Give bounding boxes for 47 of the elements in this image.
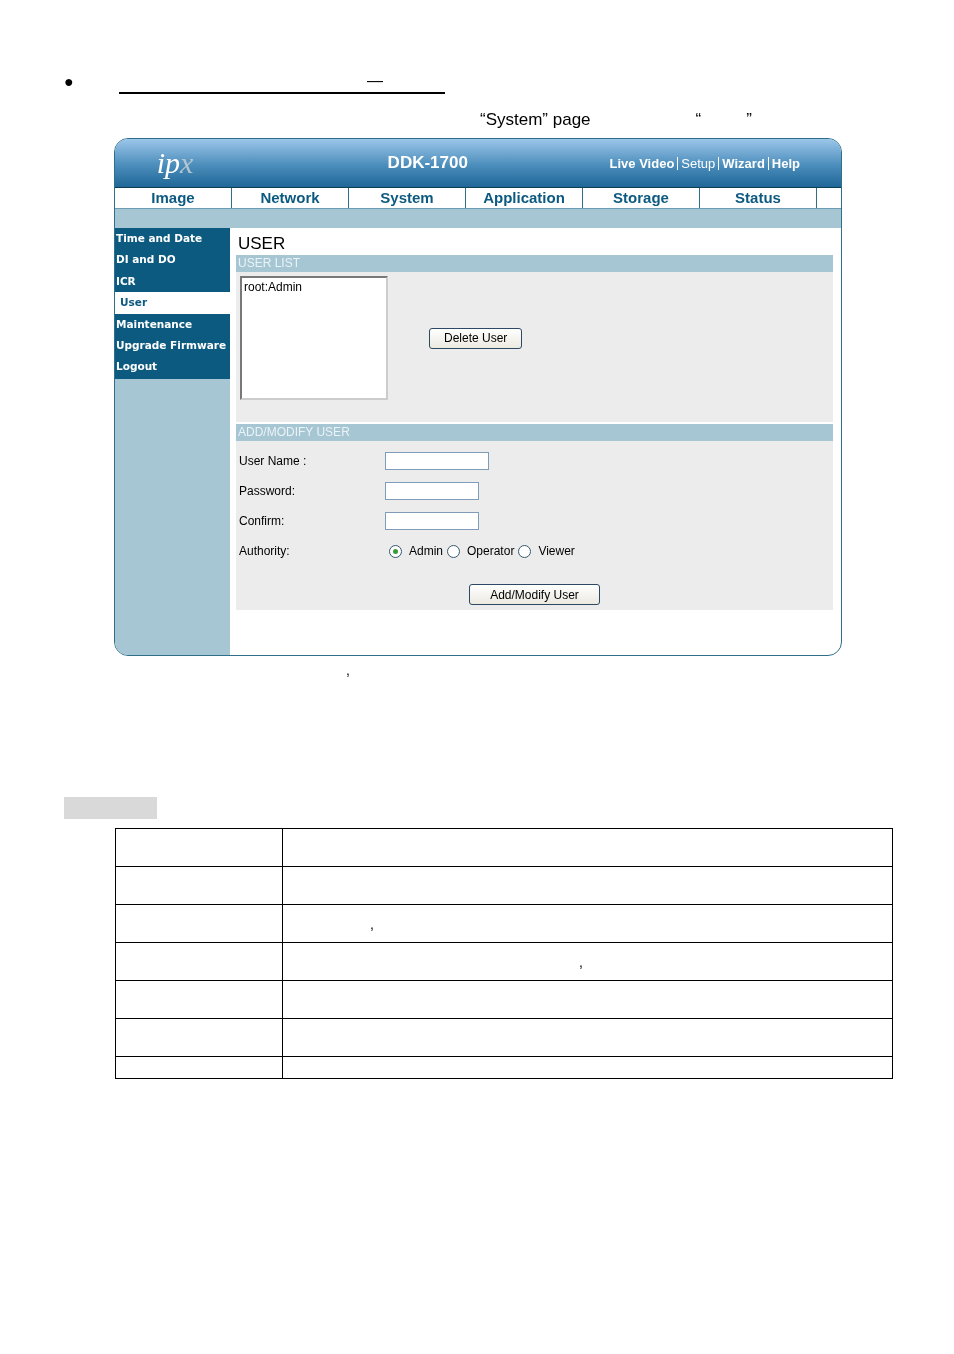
radio-button[interactable] bbox=[389, 544, 402, 558]
radio-button[interactable] bbox=[447, 544, 460, 558]
radio-label: Viewer bbox=[538, 544, 575, 558]
table-cell: , bbox=[282, 942, 893, 981]
sidebar-item[interactable]: Logout bbox=[115, 356, 230, 378]
sidebar-item[interactable]: Upgrade Firmware bbox=[115, 334, 230, 357]
caption-text: “System” page bbox=[480, 110, 591, 131]
input-field[interactable] bbox=[385, 512, 479, 530]
nav-tab[interactable]: Application bbox=[466, 188, 583, 208]
user-listbox[interactable]: root:Admin bbox=[240, 276, 388, 400]
sidebar-item[interactable]: ICR bbox=[115, 270, 230, 293]
bullet: ● bbox=[64, 72, 75, 92]
heading-dash: — bbox=[367, 72, 383, 91]
header-link[interactable]: Wizard bbox=[718, 156, 768, 170]
comma: , bbox=[346, 662, 351, 680]
nav-tab[interactable]: System bbox=[349, 188, 466, 208]
field-label: Confirm: bbox=[239, 514, 286, 528]
field-label: Password: bbox=[239, 484, 297, 498]
radio-label: Operator bbox=[467, 544, 515, 558]
nav-tab[interactable]: Network bbox=[232, 188, 349, 208]
header-link[interactable]: Help bbox=[767, 156, 803, 170]
sidebar-item[interactable]: Maintenance bbox=[115, 313, 230, 335]
input-field[interactable] bbox=[385, 482, 479, 500]
logo: ipx bbox=[155, 146, 195, 180]
radio-label: Admin bbox=[409, 544, 443, 558]
header-link[interactable]: Live Video bbox=[606, 156, 678, 170]
section-header: USER LIST bbox=[236, 255, 833, 272]
page-title: USER bbox=[237, 233, 287, 255]
sidebar-item[interactable]: DI and DO bbox=[115, 249, 230, 271]
field-label: User Name : bbox=[239, 454, 308, 468]
product-title: DDK-1700 bbox=[386, 153, 469, 173]
radio-button[interactable] bbox=[518, 544, 532, 558]
delete-user-button[interactable]: Delete User bbox=[429, 327, 523, 349]
sidebar-item[interactable]: Time and Date bbox=[115, 228, 230, 250]
caption-text: ” bbox=[746, 110, 752, 131]
nav-tab[interactable]: Storage bbox=[583, 188, 700, 208]
nav-tab[interactable]: Image bbox=[115, 188, 232, 208]
section-header: ADD/MODIFY USER bbox=[236, 424, 833, 441]
nav-tab[interactable]: Status bbox=[700, 188, 817, 208]
add-modify-button[interactable]: Add/Modify User bbox=[469, 584, 600, 605]
input-field[interactable] bbox=[385, 452, 489, 470]
table-cell: , bbox=[282, 904, 893, 943]
field-label: Authority: bbox=[239, 544, 291, 558]
list-item[interactable]: root:Admin bbox=[244, 280, 384, 294]
header-link[interactable]: Setup bbox=[677, 156, 719, 170]
caption-text: “ bbox=[695, 110, 702, 131]
sidebar-item[interactable]: User bbox=[115, 292, 230, 314]
